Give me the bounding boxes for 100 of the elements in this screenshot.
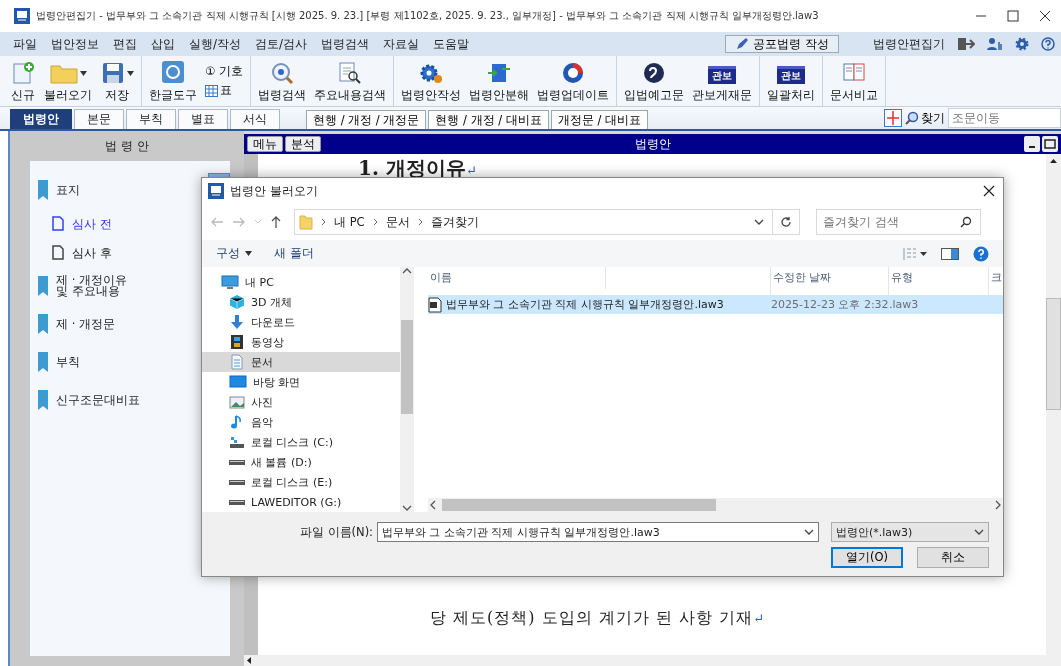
folder-nav-item[interactable]: LAWEDITOR (G:) (202, 492, 400, 512)
breadcrumb-item[interactable]: 문서 (385, 214, 410, 230)
scrollbar-thumb[interactable] (401, 320, 413, 414)
chevron-down-icon (804, 528, 814, 536)
menu-item[interactable]: 실행/작성 (182, 35, 249, 53)
tab[interactable]: 본문 (74, 109, 124, 129)
toolbar-button[interactable]: 저장 (96, 56, 138, 106)
settings-icon[interactable] (1015, 37, 1029, 51)
scrollbar-thumb[interactable] (442, 499, 716, 511)
menu-item[interactable]: 편집 (106, 35, 144, 53)
folder-nav-item[interactable]: 내 PC (202, 272, 400, 292)
refresh-icon[interactable] (780, 216, 792, 228)
scroll-right-icon[interactable] (993, 500, 1003, 510)
bookmark-icon (38, 314, 48, 334)
article-jump-field[interactable]: 조문이동 (948, 108, 1061, 128)
tab[interactable]: 별표 (178, 109, 228, 129)
toolbar-button[interactable]: 법령안분해 (464, 56, 533, 106)
split-view-icon[interactable] (884, 109, 902, 127)
panel-title: 법 령 안 (104, 137, 150, 155)
up-arrow-icon[interactable] (270, 215, 282, 229)
minimize-icon[interactable] (1024, 136, 1040, 152)
folder-nav-item[interactable]: 로컬 디스크 (C:) (202, 432, 400, 452)
toolbar-button[interactable]: 문서비교 (825, 56, 882, 106)
section-heading: 1. 개정이유↵ (358, 155, 478, 182)
folder-nav-item[interactable]: 로컬 디스크 (E:) (202, 472, 400, 492)
tab[interactable]: 부칙 (126, 109, 176, 129)
menu-item[interactable]: 법령검색 (314, 35, 377, 53)
badge-icon: 관보 (776, 66, 805, 84)
menu-item[interactable]: 법안정보 (44, 35, 106, 53)
view-tab[interactable]: 현행 / 개정 / 대비표 (428, 110, 549, 129)
drive-icon (229, 435, 245, 449)
preview-pane-icon[interactable] (941, 246, 959, 261)
address-bar[interactable]: 내 PC 문서 즐겨찾기 (294, 209, 800, 235)
tab[interactable]: 서식 (230, 109, 280, 129)
help-icon[interactable] (1041, 37, 1055, 51)
toolbar-button[interactable]: 법령업데이트 (532, 56, 613, 106)
symbol-button[interactable]: ① 기호 (205, 64, 243, 79)
toolbar-button[interactable]: 입법예고문 (619, 56, 688, 106)
folder-nav-item[interactable]: 문서 (202, 352, 400, 372)
scroll-down-icon[interactable] (402, 504, 412, 512)
panel-button[interactable]: 메뉴 (247, 136, 283, 152)
panel-button[interactable]: 분석 (285, 136, 321, 152)
toolbar-button[interactable]: 주요내용검색 (309, 56, 390, 106)
chevron-down-icon (974, 528, 984, 536)
table-button[interactable]: 표 (205, 83, 243, 98)
folder-nav-item[interactable]: 다운로드 (202, 312, 400, 332)
chevron-right-icon (372, 218, 378, 226)
menu-item[interactable]: 도움말 (426, 35, 477, 53)
toolbar-button[interactable]: 불러오기 (40, 56, 96, 106)
app-icon (208, 183, 224, 199)
breadcrumb-item[interactable]: 즐겨찾기 (430, 214, 479, 230)
close-icon[interactable] (1039, 10, 1051, 22)
dialog-button[interactable]: 열기(O) (831, 547, 903, 568)
toolbar-button[interactable]: 관보 관보게재문 (687, 56, 756, 106)
bookmark-icon (38, 180, 48, 200)
dialog-button[interactable]: 취소 (917, 547, 989, 568)
breadcrumb-item[interactable]: 내 PC (334, 214, 365, 230)
scroll-left-icon[interactable] (428, 500, 438, 510)
chevron-down-icon[interactable] (754, 218, 764, 226)
folder-nav-item[interactable]: 새 볼륨 (D:) (202, 452, 400, 472)
find-button[interactable]: 찾기 (905, 109, 945, 127)
cube-icon (229, 294, 245, 310)
tab[interactable]: 법령안 (10, 109, 72, 129)
toolbar-button[interactable]: 법령안작성 (396, 56, 465, 106)
menu-item[interactable]: 파일 (6, 35, 44, 53)
view-options-icon[interactable] (903, 246, 927, 261)
bookmark-icon (38, 352, 48, 372)
outline-item[interactable]: 심사 전 (38, 209, 230, 238)
toolbar-button[interactable]: 관보 일괄처리 (762, 56, 819, 106)
toolbar-button[interactable]: 법령검색 (253, 56, 310, 106)
maximize-icon[interactable] (1007, 10, 1019, 22)
close-icon[interactable] (983, 185, 995, 197)
command-button[interactable]: 구성 (216, 246, 252, 261)
help-icon[interactable] (973, 245, 989, 262)
file-row[interactable]: 법무부와 그 소속기관 직제 시행규칙 일부개정령안.law3 2025-12-23 오후 2:32.law3 (428, 295, 1003, 314)
users-icon[interactable] (987, 37, 1003, 51)
monitor-icon (221, 274, 239, 290)
monitor-icon (229, 374, 247, 390)
toolbar-button[interactable]: 한글도구 (145, 56, 201, 106)
search-box[interactable]: 즐겨찾기 검색 (816, 209, 981, 235)
folder-nav-item[interactable]: 동영상 (202, 332, 400, 352)
file-type-dropdown[interactable]: 법령안(*.law3) (831, 522, 989, 542)
folder-nav-item[interactable]: 3D 개체 (202, 292, 400, 312)
scroll-up-icon[interactable] (402, 267, 412, 275)
search-icon[interactable] (960, 216, 972, 228)
down-arrow-icon (229, 314, 245, 330)
chevron-right-icon (321, 218, 326, 226)
view-tab[interactable]: 현행 / 개정 / 개정문 (306, 110, 427, 129)
maximize-icon[interactable] (1042, 136, 1058, 152)
view-tab[interactable]: 개정문 / 대비표 (550, 110, 648, 129)
command-button[interactable]: 새 폴더 (274, 246, 314, 261)
exit-icon[interactable] (957, 37, 975, 51)
publish-button[interactable]: 공포법령 작성 (725, 35, 839, 53)
toolbar-button[interactable]: 신규 (6, 56, 40, 106)
scrollbar-thumb[interactable] (1046, 298, 1061, 410)
menu-item[interactable]: 검토/검사 (248, 35, 315, 53)
folder-icon (299, 214, 313, 230)
menu-item[interactable]: 자료실 (376, 35, 427, 53)
file-name-field[interactable]: 법무부와 그 소속기관 직제 시행규칙 일부개정령안.law3 (377, 522, 819, 542)
menu-item[interactable]: 삽입 (144, 35, 182, 53)
